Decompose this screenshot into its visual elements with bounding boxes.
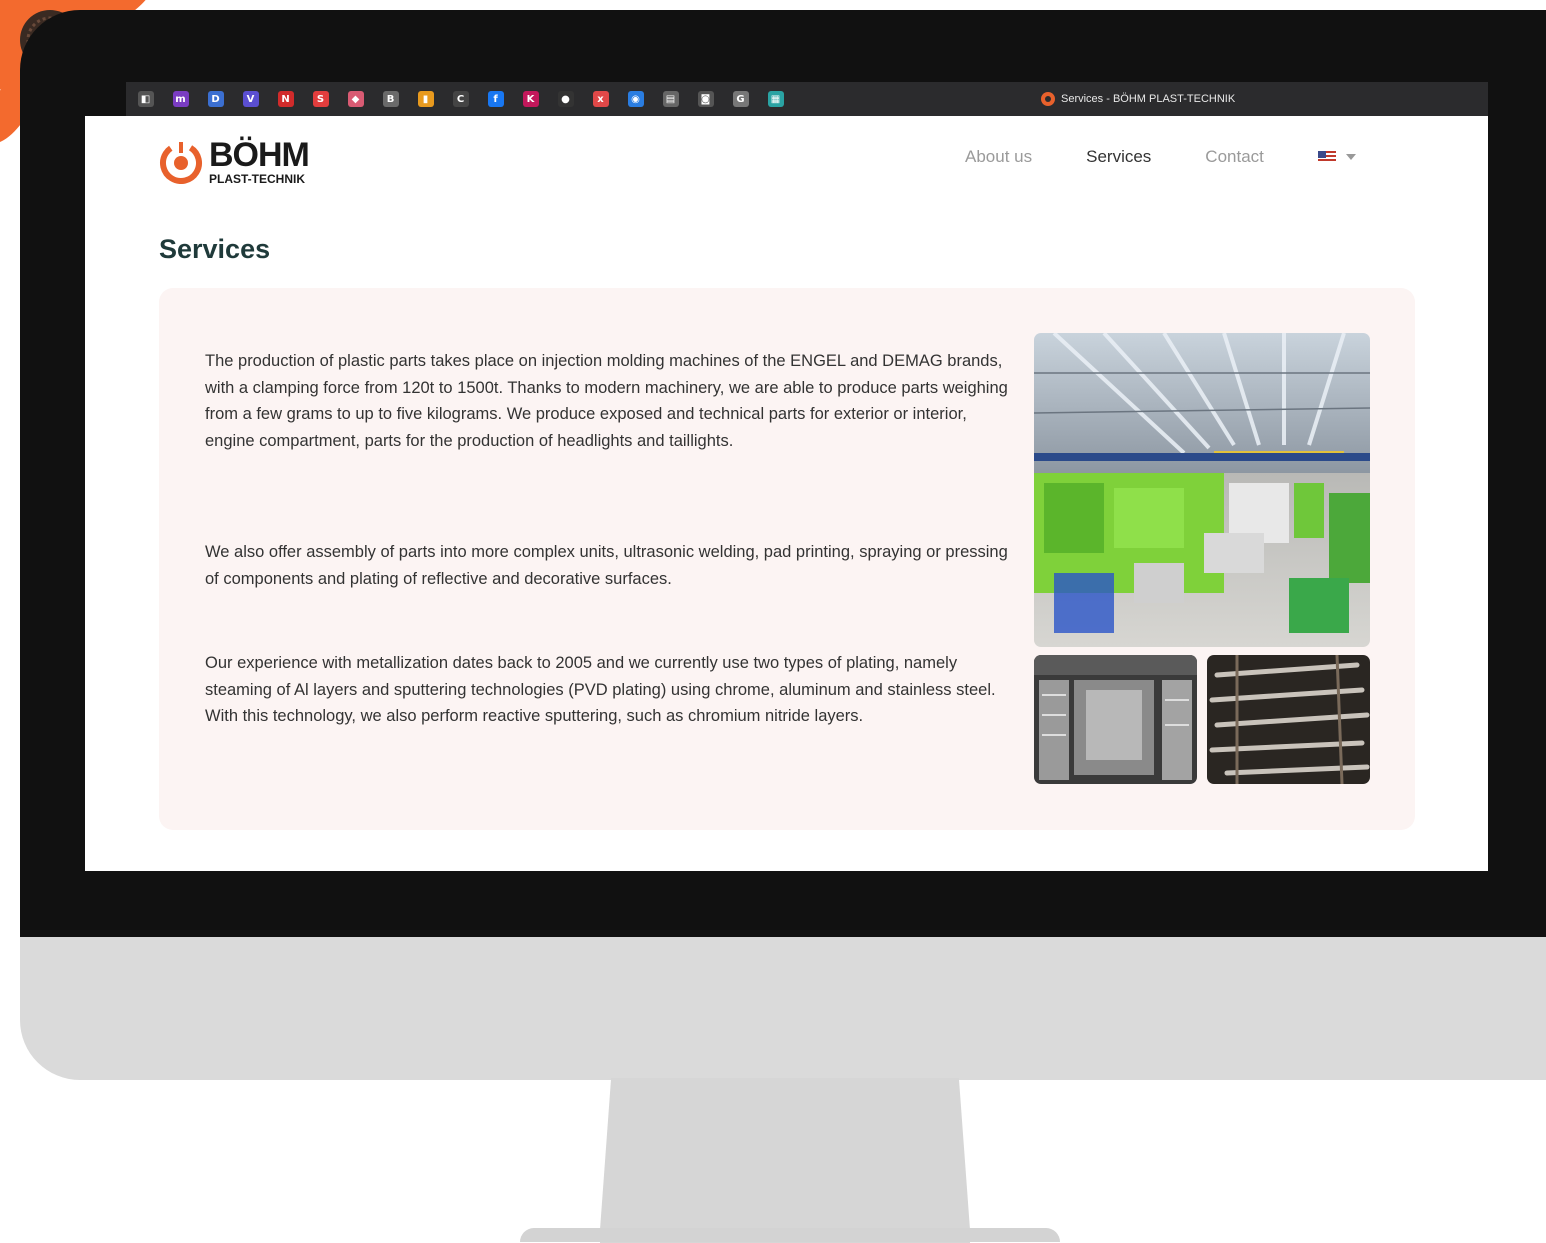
nav-contact[interactable]: Contact (1205, 147, 1264, 167)
pinned-tab[interactable]: ● (548, 88, 583, 110)
logo-mark-icon (160, 141, 202, 184)
globe-icon: ◉ (627, 91, 644, 107)
teams-icon: ▦ (767, 91, 784, 107)
active-tab[interactable]: Services - BÖHM PLAST-TECHNIK (1041, 82, 1235, 116)
g-icon: G (732, 91, 749, 107)
paragraph-metallization: Our experience with metallization dates … (205, 654, 996, 725)
n-icon: N (277, 91, 294, 107)
circle-icon: ● (557, 91, 574, 107)
camera-icon: ◙ (697, 91, 714, 107)
calendar-icon: ▤ (662, 91, 679, 107)
pinned-tab[interactable]: ◙ (688, 88, 723, 110)
plating-chamber-photo (1034, 655, 1197, 784)
language-selector[interactable] (1317, 151, 1356, 163)
monitor-stand-base (520, 1228, 1060, 1242)
bookmark-orange-icon: ▮ (417, 91, 434, 107)
petal-decoration (0, 860, 20, 1030)
pinned-tab[interactable]: G (723, 88, 758, 110)
pinned-tab[interactable]: f (478, 88, 513, 110)
pinned-tab[interactable]: ◆ (338, 88, 373, 110)
pinned-tab[interactable]: ◧ (128, 88, 163, 110)
pinned-tab[interactable]: C (443, 88, 478, 110)
paragraph-assembly: We also offer assembly of parts into mor… (205, 543, 1008, 588)
pinned-tab[interactable]: K (513, 88, 548, 110)
x-circle-icon: x (592, 91, 609, 107)
logo-wordmark: BÖHM (209, 136, 310, 174)
pinned-tab[interactable]: m (163, 88, 198, 110)
paragraph-production: The production of plastic parts takes pl… (205, 352, 1008, 450)
shield-icon: ◆ (347, 91, 364, 107)
m-icon: m (172, 91, 189, 107)
browser-viewport: BÖHM PLAST-TECHNIK About us Services Con… (85, 116, 1488, 871)
s-icon: S (312, 91, 329, 107)
page-title: Services (159, 234, 271, 264)
main-nav: About us Services Contact (965, 147, 1356, 167)
logo-subtitle: PLAST-TECHNIK (209, 172, 305, 186)
site-favicon-icon (1041, 92, 1055, 106)
browser-tab-bar: ◧ m D V N S ◆ B ▮ Cf K ● x ◉ ▤ ◙ G ▦ Services - BÖHM PLAS… (126, 82, 1488, 116)
b-icon: B (382, 91, 399, 107)
pinned-tab[interactable]: ◉ (618, 88, 653, 110)
nav-about-us[interactable]: About us (965, 147, 1032, 167)
pinned-tab[interactable]: D (198, 88, 233, 110)
factory-hall-photo (1034, 333, 1370, 647)
monitor-stand (600, 1078, 970, 1243)
chevron-down-icon (1345, 154, 1356, 160)
nav-services[interactable]: Services (1086, 147, 1151, 167)
pinned-tab[interactable]: V (233, 88, 268, 110)
v-icon: V (242, 91, 259, 107)
plated-parts-photo (1207, 655, 1370, 784)
c-icon: C (452, 91, 469, 107)
site-logo[interactable]: BÖHM PLAST-TECHNIK (159, 136, 310, 186)
us-flag-icon (1317, 151, 1336, 163)
pinned-tab[interactable]: ▤ (653, 88, 688, 110)
k-icon: K (522, 91, 539, 107)
pinned-tabs: ◧ m D V N S ◆ B ▮ Cf K ● x ◉ ▤ ◙ G ▦ (128, 88, 793, 110)
services-card: The production of plastic parts takes pl… (159, 288, 1415, 830)
pinned-tab[interactable]: ▮ (408, 88, 443, 110)
tab-title: Services - BÖHM PLAST-TECHNIK (1061, 93, 1236, 105)
facebook-icon: f (487, 91, 504, 107)
bookmark-icon: ◧ (137, 91, 154, 107)
pinned-tab[interactable]: x (583, 88, 618, 110)
d-icon: D (207, 91, 224, 107)
monitor-chin (20, 937, 1546, 1080)
pinned-tab[interactable]: S (303, 88, 338, 110)
pinned-tab[interactable]: B (373, 88, 408, 110)
pinned-tab[interactable]: ▦ (758, 88, 793, 110)
pinned-tab[interactable]: N (268, 88, 303, 110)
